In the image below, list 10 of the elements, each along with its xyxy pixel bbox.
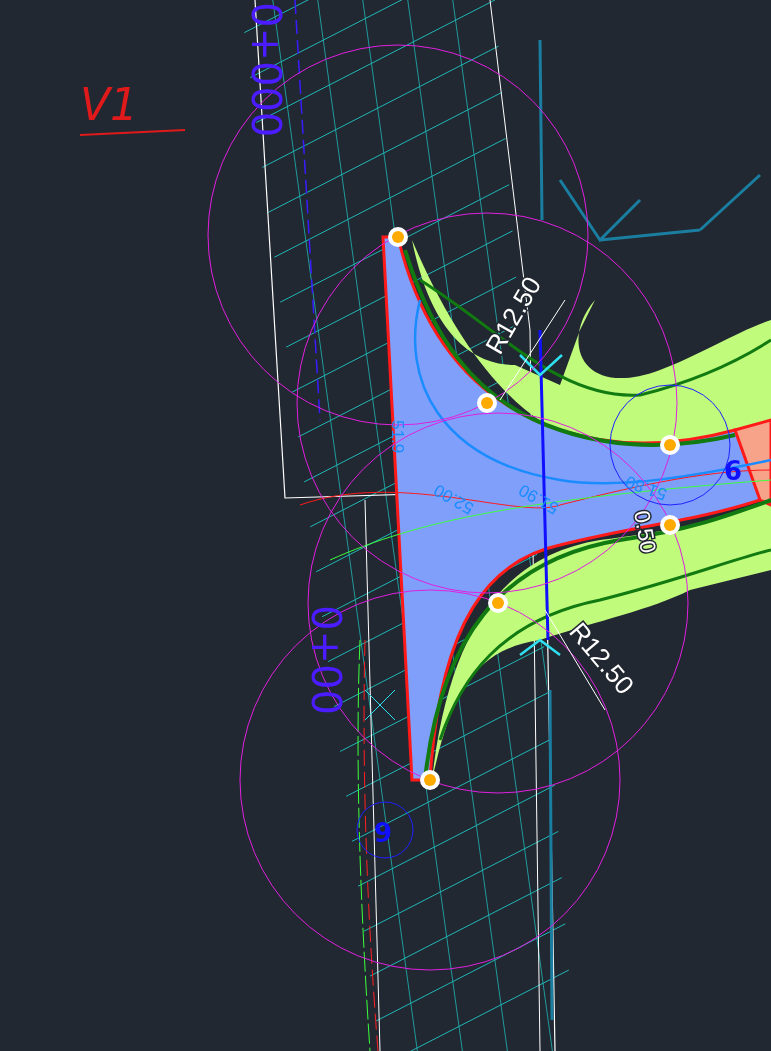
offset-label: 0.50 xyxy=(629,508,662,556)
node-number: 9 xyxy=(374,818,393,848)
station-label: 0+000 xyxy=(243,2,289,138)
sketch-label: V1 xyxy=(80,79,139,130)
control-point-icon[interactable] xyxy=(420,770,440,790)
control-point-icon[interactable] xyxy=(388,227,408,247)
elevation-label: 51.9 xyxy=(388,420,407,454)
control-point-icon[interactable] xyxy=(488,593,508,613)
station-label: 0+00 xyxy=(303,605,349,715)
node-number: 9 xyxy=(723,454,742,484)
